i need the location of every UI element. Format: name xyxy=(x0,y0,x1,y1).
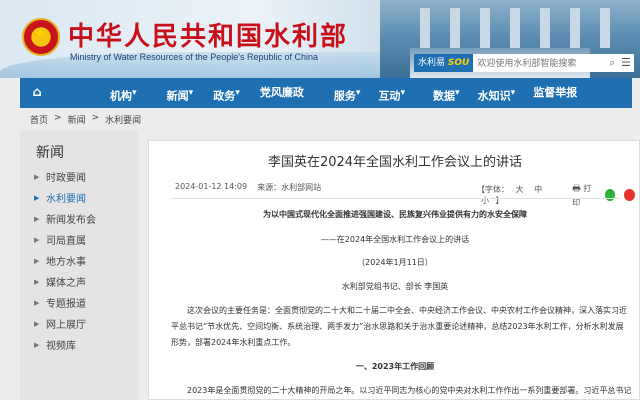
sidebar-item-special-reports[interactable]: ▶ 专题报道 xyxy=(34,292,134,313)
nav-item-integrity[interactable]: 党风廉政 xyxy=(260,78,304,108)
meta-divider xyxy=(171,198,621,199)
nav-item-report[interactable]: 监督举报 xyxy=(533,78,577,108)
sidebar-item-media[interactable]: ▶ 媒体之声 xyxy=(34,271,134,292)
font-size-small[interactable]: 小 xyxy=(481,196,489,205)
chevron-right-icon: ▶ xyxy=(34,256,40,265)
sidebar-title: 新闻 xyxy=(36,145,64,161)
sidebar-item-press-conference[interactable]: ▶ 新闻发布会 xyxy=(34,208,134,229)
chevron-right-icon: ▶ xyxy=(34,298,40,307)
nav-item-service[interactable]: 服务▾ xyxy=(334,78,361,108)
sidebar: 新闻 ▶ 时政要闻 ▶ 水利要闻 ▶ 新闻发布会 ▶ 司局直属 ▶ 地方水事 ▶ 媒体之声 … xyxy=(20,130,138,400)
sidebar-item-local-affairs[interactable]: ▶ 地方水事 xyxy=(34,250,134,271)
sidebar-item-video-library[interactable]: ▶ 视频库 xyxy=(34,334,134,355)
sidebar-item-water-news[interactable]: ▶ 水利要闻 xyxy=(34,187,134,208)
nav-item-organization[interactable]: 机构▾ xyxy=(110,78,137,108)
print-button[interactable]: 🖶 打印 xyxy=(572,181,596,208)
main-nav: ⌂ 机构▾ 新闻▾ 政务▾ 党风廉政 服务▾ 互动▾ 数据▾ 水知识▾ 监督举报 xyxy=(20,78,632,108)
breadcrumb-news[interactable]: 新闻 xyxy=(68,113,86,126)
site-header: 中华人民共和国水利部 Ministry of Water Resources o… xyxy=(0,0,640,78)
menu-icon[interactable]: ☰ xyxy=(618,54,634,72)
nav-item-water-knowledge[interactable]: 水知识▾ xyxy=(478,78,516,108)
font-size-control: 【字体： 大 中 小 】 xyxy=(477,184,543,205)
chevron-right-icon: ▶ xyxy=(34,193,40,202)
sidebar-item-online-exhibition[interactable]: ▶ 网上展厅 xyxy=(34,313,134,334)
sidebar-item-political-news[interactable]: ▶ 时政要闻 xyxy=(34,166,134,187)
chevron-right-icon: ▶ xyxy=(34,172,40,181)
search-brand-logo: 水利易 SOU xyxy=(414,54,474,72)
breadcrumb-home[interactable]: 首页 xyxy=(30,113,48,126)
article-meta: 2024-01-12 14:09 来源：水利部网站 【字体： 大 中 小 】 🖶… xyxy=(175,181,635,207)
speech-date: （2024年1月11日） xyxy=(357,258,433,267)
section-heading: 一、2023年工作回顾 xyxy=(355,362,435,371)
weibo-share-icon[interactable] xyxy=(624,188,635,201)
article-paragraph: 2023年是全面贯彻党的二十大精神的开局之年。以习近平同志为核心的党中央对水利工… xyxy=(187,386,631,395)
nav-item-data[interactable]: 数据▾ xyxy=(433,78,460,108)
speaker: 水利部党组书记、部长 李国英 xyxy=(341,282,449,291)
chevron-right-icon: ▶ xyxy=(34,235,40,244)
breadcrumb-water-news[interactable]: 水利要闻 xyxy=(105,113,141,126)
chevron-right-icon: ▶ xyxy=(34,340,40,349)
article-heading: 为以中国式现代化全面推进强国建设、民族复兴伟业提供有力的水安全保障 xyxy=(263,210,527,219)
article-source: 来源：水利部网站 xyxy=(257,183,322,192)
nav-item-government[interactable]: 政务▾ xyxy=(213,78,240,108)
site-subtitle: Ministry of Water Resources of the Peopl… xyxy=(70,52,318,62)
search-input[interactable] xyxy=(473,54,604,72)
nav-item-news[interactable]: 新闻▾ xyxy=(167,78,194,108)
search-bar: 水利易 SOU ⌕ xyxy=(414,54,622,72)
article-date: 2024-01-12 14:09 xyxy=(175,182,248,191)
chevron-right-icon: ▶ xyxy=(34,319,40,328)
nav-item-interaction[interactable]: 互动▾ xyxy=(378,78,405,108)
font-size-large[interactable]: 大 xyxy=(516,185,524,194)
print-icon: 🖶 xyxy=(572,184,581,194)
sidebar-list: ▶ 时政要闻 ▶ 水利要闻 ▶ 新闻发布会 ▶ 司局直属 ▶ 地方水事 ▶ 媒体之声 ▶ 专题… xyxy=(34,166,134,355)
breadcrumb-separator: > xyxy=(54,113,62,123)
breadcrumb-separator: > xyxy=(91,113,100,123)
breadcrumb: 首页 > 新闻 > 水利要闻 xyxy=(30,113,141,126)
home-icon[interactable]: ⌂ xyxy=(26,78,48,108)
article-title: 李国英在2024年全国水利工作会议上的讲话 xyxy=(267,155,523,170)
article-subheading: ——在2024年全国水利工作会议上的讲话 xyxy=(320,235,470,244)
national-emblem-icon[interactable] xyxy=(22,18,60,56)
font-size-medium[interactable]: 中 xyxy=(534,185,542,194)
chevron-right-icon: ▶ xyxy=(34,214,40,223)
site-title[interactable]: 中华人民共和国水利部 xyxy=(68,16,348,53)
sidebar-item-departments[interactable]: ▶ 司局直属 xyxy=(34,229,134,250)
chevron-right-icon: ▶ xyxy=(34,277,40,286)
article-panel: 李国英在2024年全国水利工作会议上的讲话 2024-01-12 14:09 来… xyxy=(148,140,640,400)
article-paragraph: 这次会议的主要任务是：全面贯彻党的二十大和二十届二中全会、中央经济工作会议、中央… xyxy=(171,306,627,347)
